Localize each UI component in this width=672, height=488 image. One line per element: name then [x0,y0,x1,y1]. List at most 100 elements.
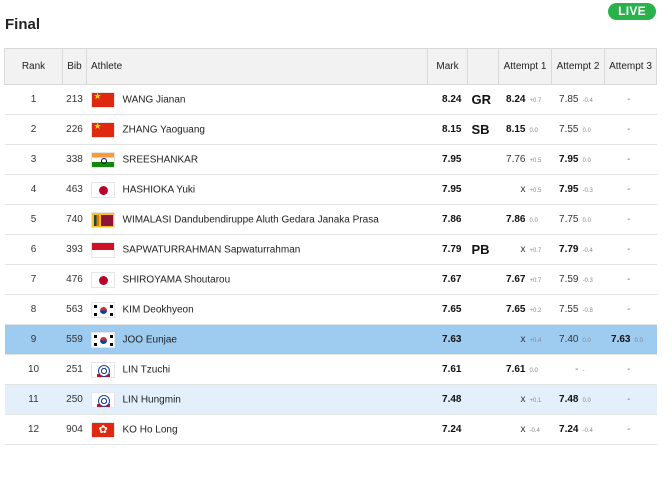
header-mark[interactable]: Mark [427,48,468,85]
athlete-name[interactable]: SAPWATURRAHMAN Sapwaturrahman [123,244,301,255]
table-row[interactable]: 7 476 SHIROYAMA Shoutarou 7.67 7.67 +0.7 7.59-… [4,264,657,295]
bib-cell: 463 [62,174,87,205]
wind-value: +0.7 [529,248,542,254]
bib-cell: 563 [62,294,87,325]
athlete-name[interactable]: LIN Tzuchi [123,364,171,375]
attempt-3-cell: - [604,84,657,115]
wind-value: -0.3 [582,278,593,284]
table-row[interactable]: 1213WANG Jianan8.24GR8.24+0.77.85-0.4- [4,84,657,115]
athlete-cell: JOO Eunjae [86,324,428,355]
flag-korea-icon [90,301,115,318]
attempt-3-cell: - [604,354,657,385]
bib-cell: 251 [62,354,87,385]
attempt-3-cell: - [604,294,657,325]
attempt-value: - [627,424,631,435]
table-row[interactable]: 6 393 SAPWATURRAHMAN Sapwaturrahman 7.79 PB x… [4,234,657,265]
athlete-cell: SAPWATURRAHMAN Sapwaturrahman [86,234,428,265]
athlete-name[interactable]: WIMALASI Dandubendiruppe Aluth Gedara Ja… [123,214,379,225]
table-row[interactable]: 3 338 SREESHANKAR 7.95 7.76 +0.5 7.95 0.0- [4,144,657,175]
wind-value: 0.0 [582,338,591,344]
athlete-name[interactable]: KO Ho Long [123,424,178,435]
record-badge [467,144,499,175]
attempt-value: 7.95 [559,184,579,195]
mark-cell: 7.67 [427,264,468,295]
table-header-row: Rank Bib Athlete Mark Attempt 1 Attempt … [4,48,657,85]
attempt-value: 7.63 [611,334,631,345]
attempt-value: - [627,124,631,135]
athlete-cell: HASHIOKA Yuki [86,174,428,205]
rank-cell: 2 [4,114,63,145]
attempt-value: 7.40 [559,334,579,345]
header-rank[interactable]: Rank [4,48,63,85]
athlete-cell: LIN Tzuchi [86,354,428,385]
attempt-2-cell: -- [551,354,605,385]
table-row[interactable]: 8 563 KIM Deokhyeon 7.65 7.65 +0.2 7.55 -0.8- [4,294,657,325]
header-bib[interactable]: Bib [62,48,87,85]
athlete-name[interactable]: ZHANG Yaoguang [123,124,205,135]
wind-value: - [582,368,585,374]
athlete-name[interactable]: SREESHANKAR [123,154,199,165]
wind-value: 0.0 [582,158,591,164]
header-attempt-2[interactable]: Attempt 2 [551,48,605,85]
attempt-1-cell: x +0.4 [498,324,552,355]
attempt-value: x [520,334,526,345]
attempt-1-cell: x +0.7 [498,234,552,265]
attempt-value: - [627,274,631,285]
table-row[interactable]: 9 559 JOO Eunjae 7.63 x +0.4 7.40 0.0 7.63 0.0 [4,324,657,355]
results-table: Rank Bib Athlete Mark Attempt 1 Attempt … [4,48,657,445]
record-badge: PB [467,234,499,265]
athlete-cell: KIM Deokhyeon [86,294,428,325]
attempt-value: 7.76 [506,154,526,165]
header-attempt-1[interactable]: Attempt 1 [498,48,552,85]
attempt-2-cell: 7.59 -0.3 [551,264,605,295]
attempt-value: 7.67 [506,274,526,285]
table-row[interactable]: 12904KO Ho Long7.24x-0.47.24-0.4- [4,414,657,445]
attempt-value: x [520,184,526,195]
attempt-value: x [520,244,526,255]
athlete-name[interactable]: HASHIOKA Yuki [123,184,196,195]
athlete-name[interactable]: WANG Jianan [123,94,186,105]
attempt-3-cell: - [604,174,657,205]
page-title: Final [5,16,41,33]
bib-cell: 476 [62,264,87,295]
attempt-2-cell: 7.40 0.0 [551,324,605,355]
record-badge [467,384,499,415]
wind-value: +0.2 [529,308,542,314]
mark-cell: 8.15 [427,114,468,145]
athlete-cell: WIMALASI Dandubendiruppe Aluth Gedara Ja… [86,204,428,235]
wind-value: -0.4 [529,428,540,434]
table-row[interactable]: 11 250 LIN Hungmin 7.48 x +0.1 7.48 0.0- [4,384,657,415]
athlete-name[interactable]: JOO Eunjae [123,334,177,345]
attempt-2-cell: 7.75 0.0 [551,204,605,235]
table-row[interactable]: 10 251 LIN Tzuchi 7.61 7.61 0.0- - - [4,354,657,385]
record-badge [467,414,499,445]
attempt-2-cell: 7.55 -0.8 [551,294,605,325]
bib-cell: 250 [62,384,87,415]
athlete-cell: ZHANG Yaoguang [86,114,428,145]
wind-value: -0.4 [582,98,593,104]
wind-value: -0.8 [582,308,593,314]
athlete-cell: SREESHANKAR [86,144,428,175]
flag-japan-icon [90,271,115,288]
attempt-value: 7.65 [506,304,526,315]
mark-cell: 7.95 [427,144,468,175]
attempt-2-cell: 7.85 -0.4 [551,84,605,115]
athlete-name[interactable]: LIN Hungmin [123,394,181,405]
attempt-1-cell: x -0.4 [498,414,552,445]
attempt-value: - [627,364,631,375]
mark-cell: 7.79 [427,234,468,265]
table-row[interactable]: 2226ZHANG Yaoguang8.15SB8.150.07.550.0- [4,114,657,145]
attempt-3-cell: - [604,144,657,175]
table-row[interactable]: 5 740 WIMALASI Dandubendiruppe Aluth Gedar… [4,204,657,235]
athlete-name[interactable]: SHIROYAMA Shoutarou [123,274,231,285]
rank-cell: 5 [4,204,63,235]
header-athlete[interactable]: Athlete [86,48,428,85]
rank-cell: 8 [4,294,63,325]
wind-value: 0.0 [634,338,643,344]
flag-chinese-taipei-icon [90,361,115,378]
wind-value: -0.4 [582,248,593,254]
header-attempt-3[interactable]: Attempt 3 [604,48,657,85]
table-row[interactable]: 4 463 HASHIOKA Yuki 7.95 x +0.5 7.95 -0.3- [4,174,657,205]
attempt-value: 7.61 [506,364,526,375]
athlete-name[interactable]: KIM Deokhyeon [123,304,194,315]
